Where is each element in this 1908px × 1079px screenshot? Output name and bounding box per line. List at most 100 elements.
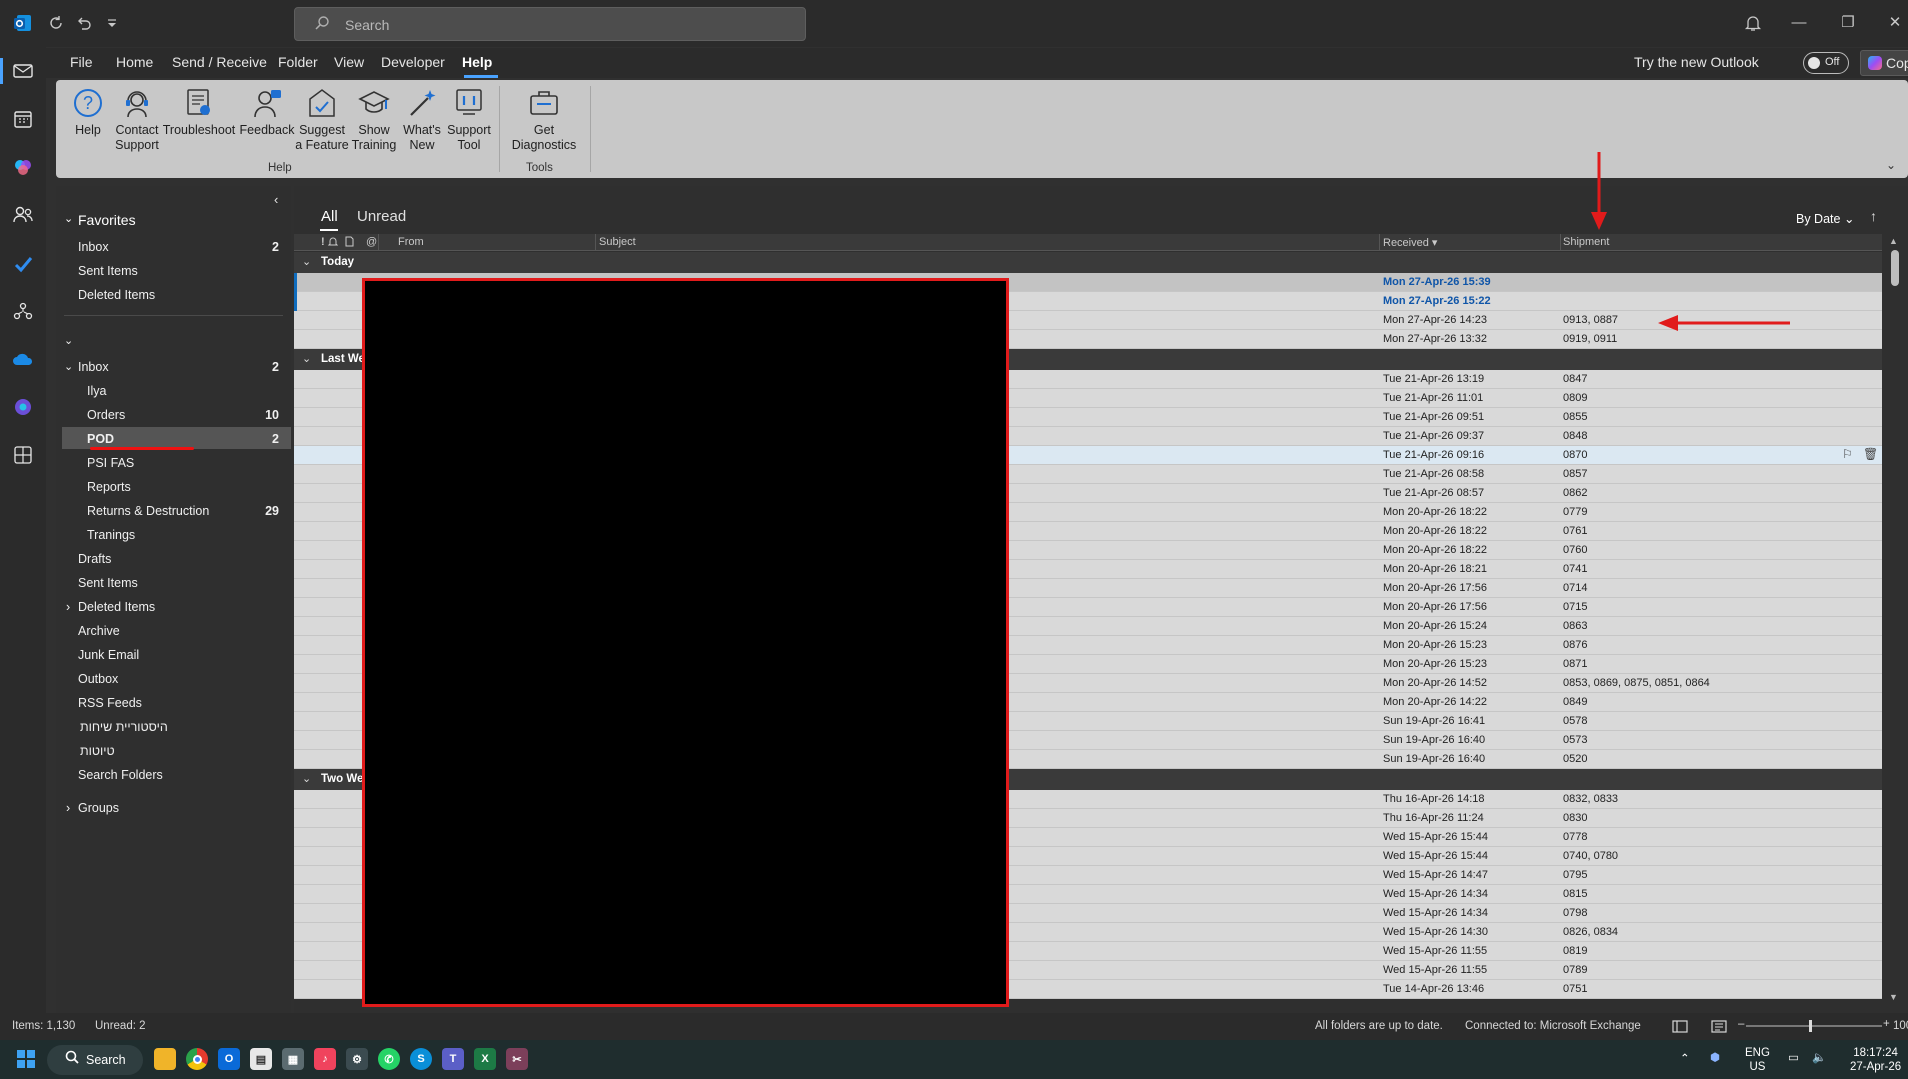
folder-sent-items[interactable]: Sent Items — [78, 576, 138, 590]
show-training-button[interactable]: Show Training — [350, 86, 398, 153]
zoom-in-icon[interactable]: + — [1883, 1018, 1890, 1030]
flag-icon[interactable]: ⚐ — [1842, 447, 1853, 461]
column-subject[interactable]: Subject — [599, 236, 636, 248]
file-explorer-icon[interactable] — [154, 1048, 176, 1070]
chrome-icon[interactable] — [186, 1048, 208, 1070]
troubleshoot-button[interactable]: Troubleshoot — [162, 86, 236, 138]
zoom-slider-thumb[interactable] — [1809, 1020, 1812, 1032]
folder-tranings[interactable]: Tranings — [87, 528, 135, 542]
zoom-level[interactable]: 100% — [1893, 1020, 1908, 1032]
column-from[interactable]: From — [398, 236, 424, 248]
whats-new-button[interactable]: What's New — [398, 86, 446, 153]
tab-developer[interactable]: Developer — [381, 54, 445, 70]
app-icon[interactable]: ▤ — [250, 1048, 272, 1070]
favorites-chevron-icon[interactable]: ⌄ — [64, 212, 73, 225]
notification-bell-icon[interactable] — [1742, 12, 1764, 34]
folder-drafts-hebrew[interactable]: טיוטות — [80, 744, 115, 758]
folder-junk-email[interactable]: Junk Email — [78, 648, 139, 662]
reading-view-icon[interactable] — [1711, 1020, 1727, 1036]
filter-unread-tab[interactable]: Unread — [357, 208, 406, 225]
feedback-button[interactable]: Feedback — [239, 86, 295, 138]
todo-icon[interactable] — [10, 250, 36, 276]
groups-header[interactable]: Groups — [78, 801, 119, 815]
favorite-deleted-items[interactable]: Deleted Items — [78, 288, 155, 302]
close-button[interactable]: ✕ — [1877, 10, 1908, 36]
zoom-out-icon[interactable]: – — [1738, 1018, 1744, 1030]
org-explorer-icon[interactable] — [10, 298, 36, 324]
folder-psi-fas[interactable]: PSI FAS — [87, 456, 134, 470]
favorite-sent-items[interactable]: Sent Items — [78, 264, 138, 278]
outlook-taskbar-icon[interactable]: O — [218, 1048, 240, 1070]
tab-help[interactable]: Help — [462, 54, 492, 70]
message-list-scrollbar[interactable]: ▲ ▼ — [1888, 234, 1902, 1002]
inbox-chevron-icon[interactable]: ⌄ — [64, 360, 73, 373]
snipping-tool-icon[interactable]: ✂ — [506, 1048, 528, 1070]
undo-icon[interactable] — [73, 12, 95, 34]
tab-view[interactable]: View — [334, 54, 364, 70]
tab-send-receive[interactable]: Send / Receive — [172, 54, 267, 70]
folder-orders[interactable]: Orders — [87, 408, 125, 422]
get-diagnostics-button[interactable]: Get Diagnostics — [506, 86, 582, 153]
column-received[interactable]: Received ▾ — [1383, 236, 1437, 249]
sort-by-dropdown[interactable]: By Date ⌄ — [1796, 211, 1854, 226]
expand-chevron-icon[interactable]: › — [66, 600, 70, 614]
icon-column-icon[interactable] — [345, 236, 354, 250]
network-icon[interactable]: ▭ — [1788, 1051, 1799, 1065]
language-indicator[interactable]: ENG US — [1745, 1046, 1770, 1074]
sort-direction-arrow-icon[interactable]: ↑ — [1870, 208, 1877, 224]
teams-icon[interactable]: T — [442, 1048, 464, 1070]
scroll-down-arrow-icon[interactable]: ▼ — [1889, 992, 1898, 1002]
chevron-down-icon[interactable]: ⌄ — [302, 772, 311, 785]
attachment-column-icon[interactable]: @ — [366, 236, 377, 248]
folder-ilya[interactable]: Ilya — [87, 384, 106, 398]
onedrive-icon[interactable] — [10, 346, 36, 372]
teams-tray-icon[interactable]: ⬢ — [1710, 1051, 1720, 1065]
copilot-app-icon[interactable] — [10, 154, 36, 180]
importance-column-icon[interactable]: ! — [321, 236, 325, 248]
folder-reports[interactable]: Reports — [87, 480, 131, 494]
column-shipment[interactable]: Shipment — [1563, 236, 1609, 248]
folder-conversation-history[interactable]: היסטוריית שיחות — [80, 720, 168, 734]
volume-icon[interactable]: 🔈 — [1812, 1051, 1826, 1065]
sync-icon[interactable] — [45, 12, 67, 34]
chevron-down-icon[interactable]: ⌄ — [302, 255, 311, 268]
filter-all-tab[interactable]: All — [321, 208, 338, 225]
folder-outbox[interactable]: Outbox — [78, 672, 118, 686]
network-app-icon[interactable]: ⚙ — [346, 1048, 368, 1070]
minimize-button[interactable]: — — [1781, 10, 1817, 36]
clock[interactable]: 18:17:24 27-Apr-26 — [1850, 1046, 1901, 1074]
tab-home[interactable]: Home — [116, 54, 153, 70]
folder-inbox[interactable]: Inbox — [78, 360, 109, 374]
whatsapp-icon[interactable]: ✆ — [378, 1048, 400, 1070]
support-tool-button[interactable]: Support Tool — [444, 86, 494, 153]
folder-pod[interactable]: POD — [87, 432, 114, 446]
normal-view-icon[interactable] — [1672, 1020, 1688, 1036]
suggest-feature-button[interactable]: Suggest a Feature — [294, 86, 350, 153]
chevron-down-icon[interactable]: ⌄ — [302, 352, 311, 365]
folder-rss-feeds[interactable]: RSS Feeds — [78, 696, 142, 710]
taskbar-search[interactable]: Search — [47, 1045, 143, 1075]
collapse-pane-chevron-icon[interactable]: ‹ — [274, 192, 278, 207]
restore-button[interactable]: ❐ — [1830, 10, 1866, 36]
more-apps-icon[interactable] — [10, 442, 36, 468]
help-button[interactable]: ? Help — [68, 86, 108, 138]
delete-icon[interactable]: 🗑 — [1863, 447, 1878, 461]
mail-icon[interactable] — [10, 58, 36, 84]
contact-support-button[interactable]: Contact Support — [112, 86, 162, 153]
group-header[interactable]: ⌄ Today — [294, 252, 1882, 273]
tray-overflow-chevron-icon[interactable]: ⌃ — [1680, 1052, 1690, 1066]
viva-insights-icon[interactable] — [10, 394, 36, 420]
chevron-down-icon[interactable]: ⌄ — [1886, 158, 1896, 172]
mailbox-chevron-icon[interactable]: ⌄ — [64, 334, 73, 347]
folder-deleted-items[interactable]: Deleted Items — [78, 600, 155, 614]
windows-start-icon[interactable] — [15, 1048, 37, 1070]
people-icon[interactable] — [10, 202, 36, 228]
favorite-inbox[interactable]: Inbox — [78, 240, 109, 254]
reminder-column-icon[interactable] — [327, 236, 339, 250]
favorites-header[interactable]: Favorites — [78, 212, 136, 228]
folder-returns-destruction[interactable]: Returns & Destruction — [87, 504, 209, 518]
new-outlook-toggle[interactable]: Off — [1803, 52, 1849, 74]
customize-toolbar-icon[interactable] — [101, 12, 123, 34]
skype-icon[interactable]: S — [410, 1048, 432, 1070]
folder-drafts[interactable]: Drafts — [78, 552, 111, 566]
